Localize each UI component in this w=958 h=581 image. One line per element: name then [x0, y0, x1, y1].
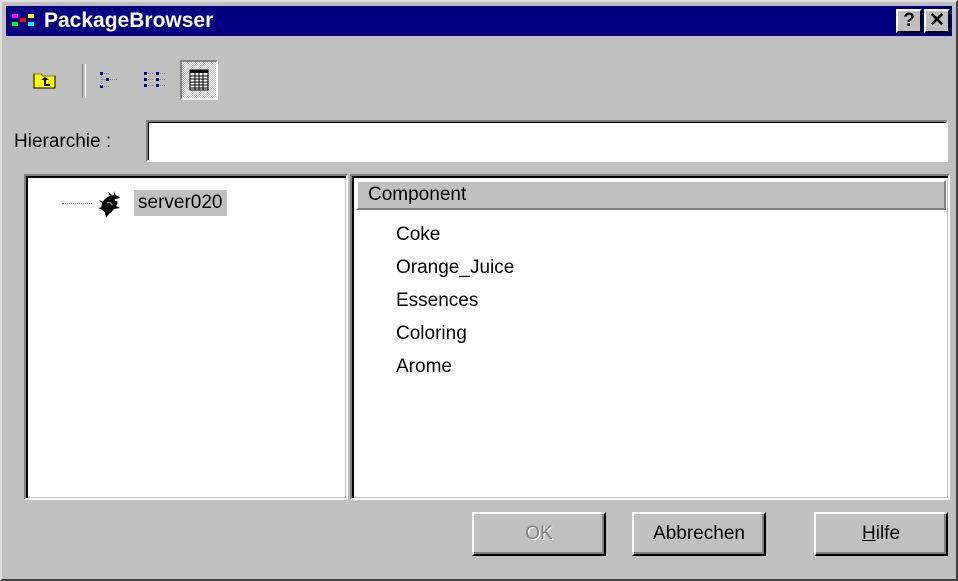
help-button[interactable]: Hilfe [814, 512, 948, 556]
folder-up-button[interactable] [26, 60, 64, 100]
hierarchy-input[interactable] [146, 120, 948, 162]
list-item[interactable]: Essences [396, 288, 478, 314]
tree-connector [62, 203, 92, 204]
toolbar [26, 60, 246, 104]
tree-view-button[interactable] [90, 60, 128, 100]
help-label: ilfe [875, 523, 901, 544]
tree-pane[interactable]: server020 [24, 174, 348, 500]
cancel-button[interactable]: Abbrechen [632, 512, 766, 556]
close-button[interactable]: ✕ [924, 9, 950, 33]
server-icon [98, 191, 120, 218]
list-item[interactable]: Orange_Juice [396, 255, 514, 281]
tree-node-server[interactable]: server020 [134, 190, 227, 216]
toolbar-separator [82, 64, 86, 98]
help-title-button[interactable]: ? [896, 9, 922, 33]
details-view-icon [189, 69, 209, 91]
list-view-icon [144, 72, 166, 87]
list-view-button[interactable] [136, 60, 174, 100]
component-list-pane[interactable]: Component Coke Orange_Juice Essences Col… [350, 174, 950, 500]
list-item[interactable]: Arome [396, 354, 452, 380]
window-title: PackageBrowser [44, 9, 214, 32]
app-icon [12, 14, 34, 26]
details-view-button[interactable] [180, 60, 218, 100]
ok-button[interactable]: OK [472, 512, 606, 556]
column-header-component[interactable]: Component [356, 180, 946, 210]
hierarchy-label: Hierarchie : [14, 131, 112, 152]
package-browser-dialog: PackageBrowser ? ✕ Hierarchie: server02… [0, 0, 958, 581]
title-bar[interactable]: PackageBrowser ? ✕ [6, 6, 952, 36]
list-item[interactable]: Coke [396, 222, 440, 248]
list-item[interactable]: Coloring [396, 321, 467, 347]
folder-up-icon [33, 73, 56, 89]
help-mnemonic: H [861, 523, 876, 544]
tree-view-icon [100, 72, 117, 88]
